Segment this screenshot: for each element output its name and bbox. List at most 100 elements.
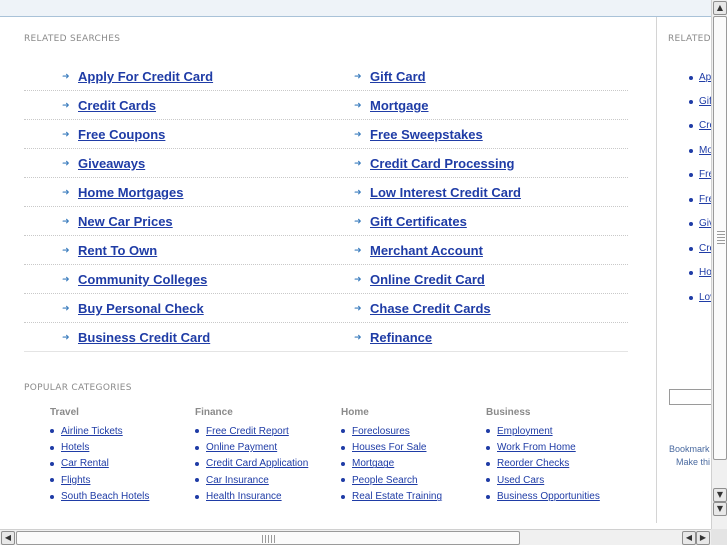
related-link[interactable]: Cre — [699, 243, 711, 254]
list-item[interactable]: Car Insurance — [195, 472, 340, 488]
related-link[interactable]: Ho — [699, 267, 711, 278]
category-link[interactable]: Free Credit Report — [206, 426, 289, 437]
list-item[interactable]: Foreclosures — [341, 423, 486, 439]
category-link[interactable]: Reorder Checks — [497, 458, 569, 469]
related-search-link[interactable]: Buy Personal Check — [78, 301, 204, 316]
list-item[interactable]: Car Rental — [50, 456, 195, 472]
related-search-link[interactable]: Community Colleges — [78, 272, 207, 287]
list-item[interactable]: Work From Home — [486, 439, 631, 455]
make-homepage-link[interactable]: Make thi — [676, 457, 710, 467]
list-item[interactable]: Health Insurance — [195, 489, 340, 505]
list-item[interactable]: Gif — [689, 96, 711, 107]
related-search-link[interactable]: Low Interest Credit Card — [370, 185, 521, 200]
list-item[interactable]: Ho — [689, 267, 711, 278]
related-search-link[interactable]: Gift Certificates — [370, 214, 467, 229]
category-link[interactable]: Employment — [497, 426, 553, 437]
scroll-left-icon[interactable]: ◀ — [1, 531, 15, 545]
related-link[interactable]: Ap — [699, 72, 711, 83]
list-item[interactable]: Giv — [689, 218, 711, 229]
related-link[interactable]: Mo — [699, 145, 711, 156]
related-search-item[interactable]: ➜ Apply For Credit Card — [62, 69, 213, 84]
category-link[interactable]: Flights — [61, 475, 90, 486]
list-item[interactable]: Business Opportunities — [486, 489, 631, 505]
related-search-link[interactable]: Giveaways — [78, 156, 145, 171]
related-search-item[interactable]: ➜ Free Coupons — [62, 127, 165, 142]
related-search-link[interactable]: Online Credit Card — [370, 272, 485, 287]
category-link[interactable]: Foreclosures — [352, 426, 410, 437]
related-search-item[interactable]: ➜ Community Colleges — [62, 272, 207, 287]
related-search-link[interactable]: Home Mortgages — [78, 185, 183, 200]
related-search-link[interactable]: Free Sweepstakes — [370, 127, 483, 142]
vertical-scroll-thumb[interactable] — [713, 16, 727, 460]
horizontal-scrollbar[interactable]: ◀ ◀ ▶ — [0, 529, 711, 545]
list-item[interactable]: Cre — [689, 120, 711, 131]
category-link[interactable]: People Search — [352, 475, 418, 486]
list-item[interactable]: Hotels — [50, 439, 195, 455]
list-item[interactable]: Free Credit Report — [195, 423, 340, 439]
related-search-item[interactable]: ➜ New Car Prices — [62, 214, 173, 229]
related-search-item[interactable]: ➜ Mortgage — [354, 98, 429, 113]
related-link[interactable]: Gif — [699, 96, 711, 107]
search-input[interactable] — [669, 389, 711, 405]
category-link[interactable]: South Beach Hotels — [61, 491, 149, 502]
list-item[interactable]: Credit Card Application — [195, 456, 340, 472]
category-link[interactable]: Work From Home — [497, 442, 576, 453]
related-search-item[interactable]: ➜ Free Sweepstakes — [354, 127, 483, 142]
list-item[interactable]: South Beach Hotels — [50, 489, 195, 505]
related-search-link[interactable]: Credit Card Processing — [370, 156, 515, 171]
list-item[interactable]: Cre — [689, 243, 711, 254]
scroll-down-icon[interactable]: ▼ — [713, 502, 727, 516]
list-item[interactable]: Lov — [689, 292, 711, 303]
related-search-link[interactable]: Free Coupons — [78, 127, 165, 142]
scroll-up-icon[interactable]: ▲ — [713, 1, 727, 15]
related-search-item[interactable]: ➜ Credit Cards — [62, 98, 156, 113]
list-item[interactable]: Airline Tickets — [50, 423, 195, 439]
category-link[interactable]: Hotels — [61, 442, 89, 453]
category-link[interactable]: Real Estate Training — [352, 491, 442, 502]
related-search-link[interactable]: Gift Card — [370, 69, 426, 84]
list-item[interactable]: Used Cars — [486, 472, 631, 488]
related-search-item[interactable]: ➜ Refinance — [354, 330, 432, 345]
list-item[interactable]: Fre — [689, 169, 711, 180]
related-search-item[interactable]: ➜ Online Credit Card — [354, 272, 485, 287]
list-item[interactable]: Mortgage — [341, 456, 486, 472]
horizontal-scroll-thumb[interactable] — [16, 531, 520, 545]
related-search-item[interactable]: ➜ Gift Card — [354, 69, 426, 84]
related-search-link[interactable]: Merchant Account — [370, 243, 483, 258]
category-link[interactable]: Business Opportunities — [497, 491, 600, 502]
list-item[interactable]: Fre — [689, 194, 711, 205]
category-link[interactable]: Car Rental — [61, 458, 109, 469]
list-item[interactable]: Flights — [50, 472, 195, 488]
category-link[interactable]: Car Insurance — [206, 475, 269, 486]
related-search-link[interactable]: Chase Credit Cards — [370, 301, 491, 316]
related-search-link[interactable]: Mortgage — [370, 98, 429, 113]
related-search-link[interactable]: Refinance — [370, 330, 432, 345]
category-link[interactable]: Credit Card Application — [206, 458, 308, 469]
related-search-item[interactable]: ➜ Credit Card Processing — [354, 156, 515, 171]
list-item[interactable]: Mo — [689, 145, 711, 156]
list-item[interactable]: Online Payment — [195, 439, 340, 455]
related-search-link[interactable]: Credit Cards — [78, 98, 156, 113]
related-search-item[interactable]: ➜ Gift Certificates — [354, 214, 467, 229]
related-search-link[interactable]: New Car Prices — [78, 214, 173, 229]
list-item[interactable]: Ap — [689, 72, 711, 83]
related-search-link[interactable]: Apply For Credit Card — [78, 69, 213, 84]
category-link[interactable]: Airline Tickets — [61, 426, 123, 437]
scroll-left-icon[interactable]: ◀ — [682, 531, 696, 545]
vertical-scrollbar[interactable]: ▲ ▼ ▼ — [711, 0, 727, 529]
related-search-link[interactable]: Business Credit Card — [78, 330, 210, 345]
list-item[interactable]: Houses For Sale — [341, 439, 486, 455]
related-search-item[interactable]: ➜ Business Credit Card — [62, 330, 210, 345]
scroll-right-icon[interactable]: ▶ — [696, 531, 710, 545]
list-item[interactable]: Real Estate Training — [341, 489, 486, 505]
related-search-item[interactable]: ➜ Chase Credit Cards — [354, 301, 491, 316]
related-search-link[interactable]: Rent To Own — [78, 243, 157, 258]
related-link[interactable]: Fre — [699, 194, 711, 205]
related-link[interactable]: Fre — [699, 169, 711, 180]
related-search-item[interactable]: ➜ Low Interest Credit Card — [354, 185, 521, 200]
related-link[interactable]: Cre — [699, 120, 711, 131]
related-search-item[interactable]: ➜ Buy Personal Check — [62, 301, 204, 316]
category-link[interactable]: Health Insurance — [206, 491, 282, 502]
related-search-item[interactable]: ➜ Merchant Account — [354, 243, 483, 258]
list-item[interactable]: Employment — [486, 423, 631, 439]
